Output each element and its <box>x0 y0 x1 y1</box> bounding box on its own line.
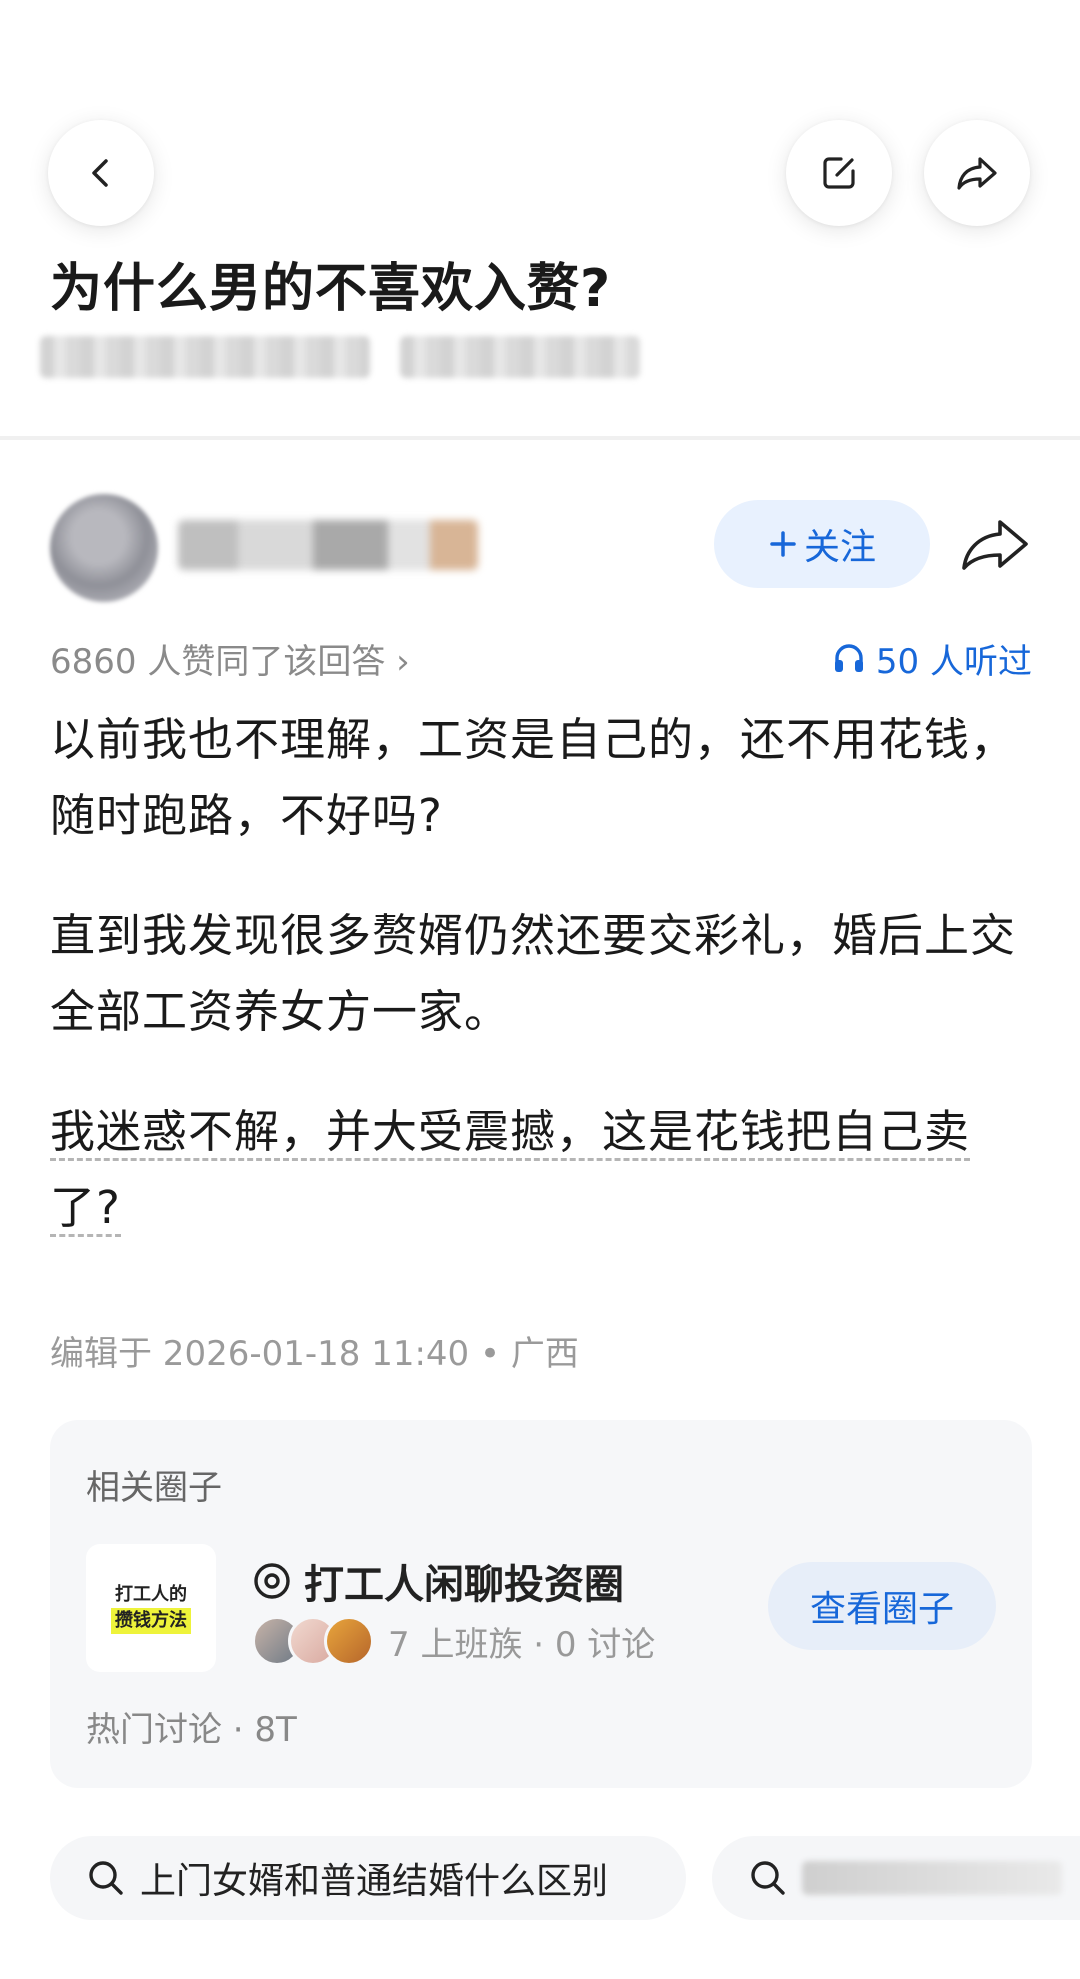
plus-icon <box>770 531 796 557</box>
section-divider <box>0 436 1080 440</box>
view-circle-button[interactable]: 查看圈子 <box>768 1562 996 1650</box>
question-title: 为什么男的不喜欢入赘? <box>50 259 612 319</box>
circle-name[interactable]: 打工人闲聊投资圈 <box>252 1552 624 1610</box>
hot-discussion[interactable]: 热门讨论 · 8T <box>86 1702 297 1751</box>
search-icon <box>751 1861 785 1895</box>
answer-meta-row: 6860 人赞同了该回答 › 50 人听过 <box>50 634 1032 683</box>
answer-share-button[interactable] <box>958 514 1032 574</box>
related-search-label: 上门女婿和普通结婚什么区别 <box>140 1861 609 1902</box>
answer-body: 以前我也不理解，工资是自己的，还不用花钱，随时跑路，不好吗? 直到我发现很多赘婿… <box>50 702 1040 1290</box>
share-button[interactable] <box>924 120 1030 226</box>
search-icon <box>89 1861 123 1895</box>
follow-button[interactable]: 关注 <box>714 500 930 588</box>
blurred-question-meta <box>400 336 640 378</box>
edit-button[interactable] <box>786 120 892 226</box>
circle-logo: 打工人的 攒钱方法 <box>86 1544 216 1672</box>
answer-paragraph-highlighted[interactable]: 我迷惑不解，并大受震撼，这是花钱把自己卖了? <box>50 1094 1040 1246</box>
share-arrow-icon <box>957 157 997 190</box>
back-button[interactable] <box>48 120 154 226</box>
member-avatar <box>324 1616 374 1666</box>
circle-name-label: 打工人闲聊投资圈 <box>304 1562 624 1608</box>
answer-paragraph: 直到我发现很多赘婿仍然还要交彩礼，婚后上交全部工资养女方一家。 <box>50 909 1017 1038</box>
chevron-left-icon <box>92 159 108 187</box>
circle-logo-line1: 打工人的 <box>115 1584 187 1605</box>
circle-stats: 7 上班族 · 0 讨论 <box>252 1616 655 1666</box>
circle-target-icon <box>254 1563 290 1599</box>
related-circle-label: 相关圈子 <box>86 1468 222 1508</box>
share-arrow-icon <box>962 520 1028 570</box>
answer-paragraph: 以前我也不理解，工资是自己的，还不用花钱，随时跑路，不好吗? <box>50 713 1017 842</box>
listen-count[interactable]: 50 人听过 <box>832 634 1032 683</box>
edit-info: 编辑于 2026-01-18 11:40 • 广西 <box>50 1334 579 1374</box>
highlighted-text[interactable]: 我迷惑不解，并大受震撼，这是花钱把自己卖了? <box>50 1105 971 1237</box>
follow-label: 关注 <box>803 527 876 568</box>
related-circle-card[interactable]: 相关圈子 打工人的 攒钱方法 打工人闲聊投资圈 7 上班族 · 0 讨论 查看圈… <box>50 1420 1032 1788</box>
related-search-chip[interactable]: 上门女婿和普通结婚什么区别 <box>50 1836 686 1920</box>
author-avatar[interactable] <box>50 494 158 602</box>
listen-label: 50 人听过 <box>875 641 1032 682</box>
edit-icon <box>823 157 855 189</box>
related-search-chip-partial[interactable] <box>712 1836 1080 1920</box>
author-name-blurred[interactable] <box>178 520 478 570</box>
headphones-icon <box>834 644 863 672</box>
circle-stats-text: 7 上班族 · 0 讨论 <box>388 1624 656 1665</box>
blurred-chip-text <box>802 1861 1062 1895</box>
blurred-question-meta <box>40 336 370 378</box>
circle-logo-line2: 攒钱方法 <box>111 1608 191 1634</box>
agree-count[interactable]: 6860 人赞同了该回答 › <box>50 634 410 683</box>
member-avatars <box>252 1616 374 1666</box>
